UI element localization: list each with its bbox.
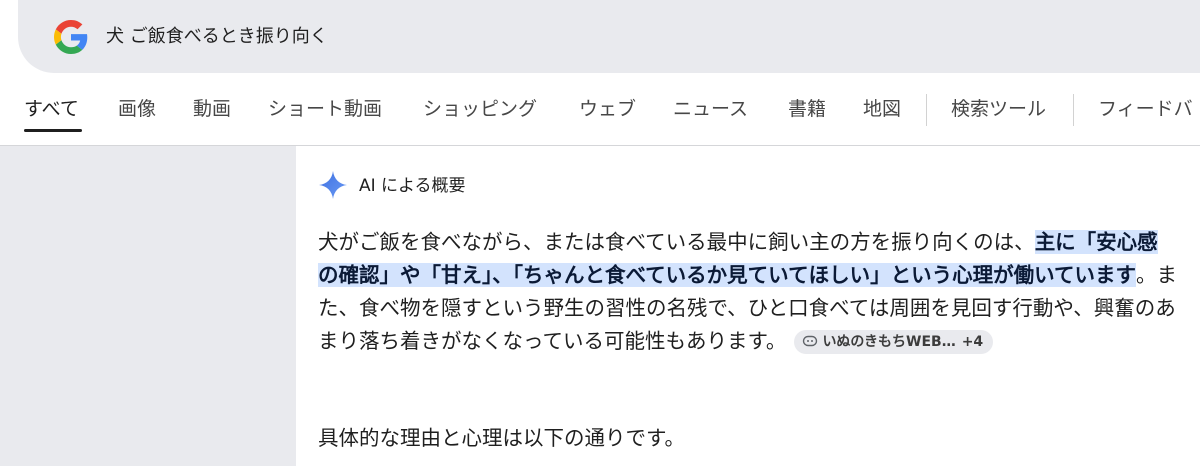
ai-overview-paragraph: 犬がご飯を食べながら、または食べている最中に飼い主の方を振り向くのは、主に「安心… bbox=[318, 226, 1178, 358]
left-panel bbox=[0, 146, 296, 466]
source-chip-count: +4 bbox=[961, 334, 984, 350]
tab-web[interactable]: ウェブ bbox=[579, 96, 636, 122]
link-icon bbox=[803, 335, 818, 347]
tab-divider bbox=[926, 94, 927, 126]
tab-feedback[interactable]: フィードバ bbox=[1098, 96, 1193, 122]
tab-divider bbox=[1073, 94, 1074, 126]
tab-short-videos[interactable]: ショート動画 bbox=[268, 96, 382, 122]
ai-overview-title: AI による概要 bbox=[359, 176, 466, 196]
overview-text-before: 犬がご飯を食べながら、または食べている最中に飼い主の方を振り向くのは、 bbox=[318, 230, 1035, 254]
search-tabs: すべて 画像 動画 ショート動画 ショッピング ウェブ ニュース 書籍 地図 検… bbox=[0, 88, 1200, 134]
tab-videos[interactable]: 動画 bbox=[193, 96, 231, 122]
search-query[interactable]: 犬 ご飯食べるとき振り向く bbox=[106, 22, 328, 52]
tab-books[interactable]: 書籍 bbox=[788, 96, 826, 122]
tab-all[interactable]: すべて bbox=[24, 96, 79, 122]
tab-images[interactable]: 画像 bbox=[118, 96, 156, 122]
tab-shopping[interactable]: ショッピング bbox=[423, 96, 537, 122]
google-logo-icon bbox=[54, 20, 88, 54]
active-tab-indicator bbox=[24, 129, 82, 132]
tab-search-tools[interactable]: 検索ツール bbox=[951, 96, 1046, 122]
tab-maps[interactable]: 地図 bbox=[863, 96, 901, 122]
source-chip[interactable]: いぬのきもちWEB… +4 bbox=[794, 330, 994, 354]
tab-news[interactable]: ニュース bbox=[673, 96, 748, 122]
search-bar[interactable]: 犬 ご飯食べるとき振り向く bbox=[18, 0, 1200, 73]
source-chip-label: いぬのきもちWEB… bbox=[822, 334, 956, 350]
sparkle-icon bbox=[319, 171, 347, 199]
ai-overview-subparagraph: 具体的な理由と心理は以下の通りです。 bbox=[318, 426, 685, 450]
